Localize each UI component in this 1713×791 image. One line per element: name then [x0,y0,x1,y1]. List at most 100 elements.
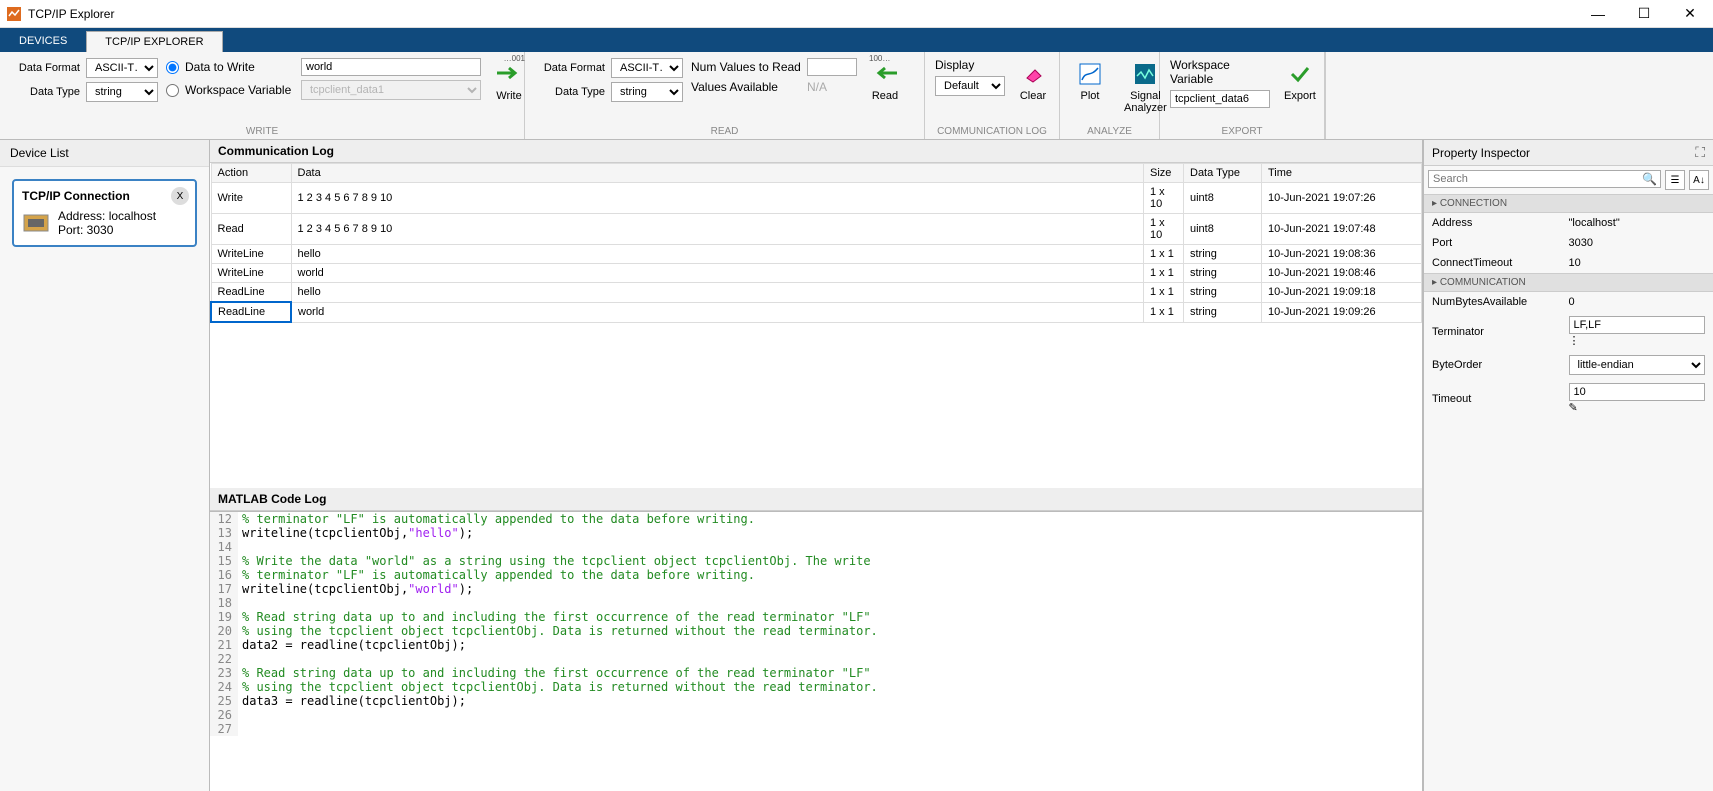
device-port: Port: 3030 [58,223,156,237]
values-available-label: Values Available [691,80,801,94]
code-line: 17writeline(tcpclientObj,"world"); [210,582,1422,596]
code-line: 14 [210,540,1422,554]
close-button[interactable]: ✕ [1667,0,1713,28]
code-line: 24% using the tcpclient object tcpclient… [210,680,1422,694]
app-icon [6,6,22,22]
device-list-header: Device List [0,140,209,167]
device-card-close[interactable]: X [171,187,189,205]
table-row[interactable]: WriteLinehello1 x 1string10-Jun-2021 19:… [211,245,1422,264]
prop-timeout-input[interactable] [1569,383,1706,401]
signal-analyzer-icon [1133,62,1157,86]
read-data-format-select[interactable]: ASCII-T… [611,58,683,78]
read-data-format-label: Data Format [535,62,605,74]
toolbar: Data Format ASCII-T… Data Type string Da… [0,52,1713,140]
write-data-format-label: Data Format [10,62,80,74]
values-available-value: N/A [807,80,827,94]
code-line: 20% using the tcpclient object tcpclient… [210,624,1422,638]
radio-data-to-write-label: Data to Write [185,60,295,74]
inspector-maximize-icon[interactable]: ⛶ [1695,144,1705,161]
num-values-label: Num Values to Read [691,60,801,74]
tab-devices[interactable]: DEVICES [0,30,86,52]
table-row[interactable]: WriteLineworld1 x 1string10-Jun-2021 19:… [211,264,1422,283]
plot-button[interactable]: Plot [1070,58,1110,104]
analyze-section-label: ANALYZE [1070,122,1149,137]
read-section-label: READ [535,122,914,137]
sort-button[interactable]: A↓ [1689,170,1709,190]
device-card[interactable]: X TCP/IP Connection Address: localhost P… [12,179,197,247]
property-inspector: Property Inspector ⛶ 🔍 ☰ A↓ ▸ CONNECTION… [1423,140,1713,791]
export-workspace-var-input[interactable] [1170,90,1270,108]
prop-port-label: Port [1432,237,1569,249]
prop-byteorder-select[interactable]: little-endian [1569,355,1706,375]
read-data-type-select[interactable]: string [611,82,683,102]
radio-data-to-write[interactable] [166,61,179,74]
maximize-button[interactable]: ☐ [1621,0,1667,28]
data-to-write-input[interactable] [301,58,481,76]
inspector-search-input[interactable] [1428,170,1661,188]
code-line: 27 [210,722,1422,736]
prop-terminator-label: Terminator [1432,326,1569,338]
code-line: 19% Read string data up to and including… [210,610,1422,624]
connection-section-header[interactable]: ▸ CONNECTION [1424,194,1713,213]
minimize-button[interactable]: — [1575,0,1621,28]
code-log-container[interactable]: 12% terminator "LF" is automatically app… [210,511,1422,791]
code-line: 26 [210,708,1422,722]
write-button[interactable]: …001 Write [489,58,529,104]
code-line: 16% terminator "LF" is automatically app… [210,568,1422,582]
code-line: 22 [210,652,1422,666]
display-label: Display [935,58,974,72]
write-badge: …001 [504,54,525,63]
write-data-format-select[interactable]: ASCII-T… [86,58,158,78]
main-tabbar: DEVICES TCP/IP EXPLORER [0,28,1713,52]
code-line: 18 [210,596,1422,610]
col-dtype[interactable]: Data Type [1184,164,1262,183]
comm-log-section-label: COMMUNICATION LOG [935,122,1049,137]
code-log-header: MATLAB Code Log [210,488,1422,511]
prop-numbytes-value: 0 [1569,296,1706,308]
search-icon: 🔍 [1642,172,1657,186]
communication-section-header[interactable]: ▸ COMMUNICATION [1424,273,1713,292]
eraser-icon [1021,64,1045,84]
table-row[interactable]: Write1 2 3 4 5 6 7 8 9 101 x 10uint810-J… [211,183,1422,214]
prop-address-value: "localhost" [1569,217,1706,229]
window-title: TCP/IP Explorer [28,7,1575,21]
arrow-left-icon [871,64,899,82]
prop-port-value: 3030 [1569,237,1706,249]
prop-connecttimeout-label: ConnectTimeout [1432,257,1569,269]
export-button[interactable]: Export [1278,58,1322,104]
tab-tcpip-explorer[interactable]: TCP/IP EXPLORER [86,31,222,52]
code-line: 12% terminator "LF" is automatically app… [210,512,1422,526]
write-section-label: WRITE [10,122,514,137]
inspector-header: Property Inspector [1432,146,1695,160]
write-workspace-var-select[interactable]: tcpclient_data1 [301,80,481,100]
read-badge: 100… [869,54,890,63]
prop-connecttimeout-value: 10 [1569,257,1706,269]
plot-icon [1078,62,1102,86]
radio-workspace-variable-label: Workspace Variable [185,83,295,97]
arrow-right-icon [495,64,523,82]
display-select[interactable]: Default [935,76,1005,96]
comm-log-table: Action Data Size Data Type Time Write1 2… [210,163,1422,323]
table-row[interactable]: ReadLinehello1 x 1string10-Jun-2021 19:0… [211,283,1422,303]
group-view-button[interactable]: ☰ [1665,170,1685,190]
col-action[interactable]: Action [211,164,291,183]
write-data-type-select[interactable]: string [86,82,158,102]
num-values-input[interactable] [807,58,857,76]
comm-log-header: Communication Log [210,140,1422,163]
read-button[interactable]: 100… Read [865,58,905,104]
code-line: 13writeline(tcpclientObj,"hello"); [210,526,1422,540]
comm-log-table-container: Action Data Size Data Type Time Write1 2… [210,163,1422,488]
prop-address-label: Address [1432,217,1569,229]
radio-workspace-variable[interactable] [166,84,179,97]
col-data[interactable]: Data [291,164,1144,183]
checkmark-icon [1288,64,1312,84]
prop-terminator-input[interactable] [1569,316,1706,334]
clear-button[interactable]: Clear [1013,58,1053,104]
export-workspace-var-label: Workspace Variable [1170,58,1270,86]
code-line: 15% Write the data "world" as a string u… [210,554,1422,568]
device-address: Address: localhost [58,209,156,223]
table-row[interactable]: Read1 2 3 4 5 6 7 8 9 101 x 10uint810-Ju… [211,214,1422,245]
col-time[interactable]: Time [1262,164,1422,183]
col-size[interactable]: Size [1144,164,1184,183]
table-row[interactable]: ReadLineworld1 x 1string10-Jun-2021 19:0… [211,302,1422,322]
